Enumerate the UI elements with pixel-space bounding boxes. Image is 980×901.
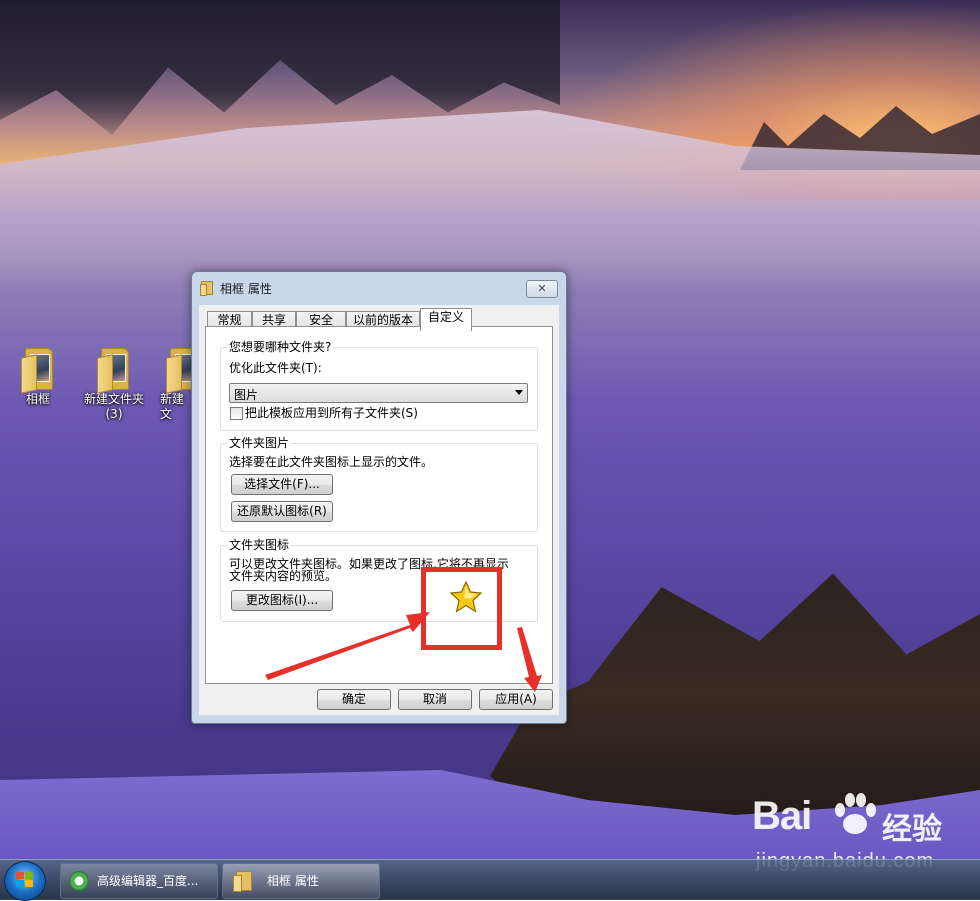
apply-button[interactable]: 应用(A) bbox=[479, 689, 553, 710]
folder-icon-desc-line2: 文件夹内容的预览。 bbox=[229, 569, 338, 583]
folder-type-group: 您想要哪种文件夹? 优化此文件夹(T): 图片 把此模板应用到所有子文件夹(S) bbox=[220, 340, 538, 431]
browser-icon bbox=[69, 871, 89, 891]
start-button[interactable] bbox=[4, 861, 46, 901]
annotation-highlight-box bbox=[421, 567, 502, 650]
taskbar-item-browser[interactable]: 高级编辑器_百度... bbox=[60, 863, 218, 899]
folder-icon bbox=[21, 346, 55, 394]
desktop-icon-frame[interactable]: 相框 bbox=[5, 346, 71, 407]
folder-type-select[interactable]: 图片 bbox=[229, 383, 528, 403]
group-title: 文件夹图标 bbox=[227, 538, 292, 552]
title-bar[interactable]: 相框 属性 ✕ bbox=[192, 272, 566, 302]
tab-customize[interactable]: 自定义 bbox=[420, 308, 472, 331]
apply-subfolders-label[interactable]: 把此模板应用到所有子文件夹(S) bbox=[245, 406, 418, 420]
optimize-label: 优化此文件夹(T): bbox=[229, 361, 322, 375]
folder-icon bbox=[200, 281, 214, 296]
taskbar-item-label: 相框 属性 bbox=[267, 874, 319, 888]
taskbar: 高级编辑器_百度... 相框 属性 bbox=[0, 859, 980, 901]
taskbar-item-properties[interactable]: 相框 属性 bbox=[222, 863, 380, 899]
desktop-icon-label: 新建文件夹 (3) bbox=[83, 392, 144, 421]
dialog-client: 常规 共享 安全 以前的版本 自定义 您想要哪种文件夹? 优化此文件夹(T): … bbox=[199, 305, 559, 715]
folder-icon bbox=[166, 346, 194, 394]
apply-subfolders-checkbox[interactable] bbox=[230, 407, 243, 420]
chevron-down-icon bbox=[515, 390, 523, 395]
folder-icon bbox=[233, 871, 253, 892]
watermark-brand-cn: 经验 bbox=[882, 812, 942, 847]
combo-value: 图片 bbox=[234, 388, 259, 402]
folder-picture-group: 文件夹图片 选择要在此文件夹图标上显示的文件。 选择文件(F)... 还原默认图… bbox=[220, 436, 538, 532]
restore-default-button[interactable]: 还原默认图标(R) bbox=[231, 501, 333, 522]
taskbar-item-label: 高级编辑器_百度... bbox=[97, 874, 199, 888]
windows-logo-icon bbox=[16, 872, 34, 889]
folder-picture-desc: 选择要在此文件夹图标上显示的文件。 bbox=[229, 455, 434, 469]
properties-dialog: 相框 属性 ✕ 常规 共享 安全 以前的版本 自定义 您想要哪种文件夹? 优化此… bbox=[191, 271, 567, 724]
desktop-icon-new-folder-3[interactable]: 新建文件夹 (3) bbox=[81, 346, 147, 422]
desktop-icon-label: 新建文 bbox=[160, 392, 185, 421]
group-title: 您想要哪种文件夹? bbox=[227, 340, 334, 354]
close-button[interactable]: ✕ bbox=[526, 280, 558, 298]
ok-button[interactable]: 确定 bbox=[317, 689, 391, 710]
desktop-icon-label: 相框 bbox=[25, 392, 50, 406]
choose-file-button[interactable]: 选择文件(F)... bbox=[231, 474, 333, 495]
folder-icon bbox=[97, 346, 131, 394]
group-title: 文件夹图片 bbox=[227, 436, 292, 450]
paw-logo-icon bbox=[835, 793, 876, 834]
cancel-button[interactable]: 取消 bbox=[398, 689, 472, 710]
watermark-brand: Bai bbox=[752, 794, 812, 838]
desktop-icon-new-folder[interactable]: 新建文 bbox=[150, 346, 194, 422]
change-icon-button[interactable]: 更改图标(I)... bbox=[231, 590, 333, 611]
dialog-title: 相框 属性 bbox=[220, 282, 272, 296]
